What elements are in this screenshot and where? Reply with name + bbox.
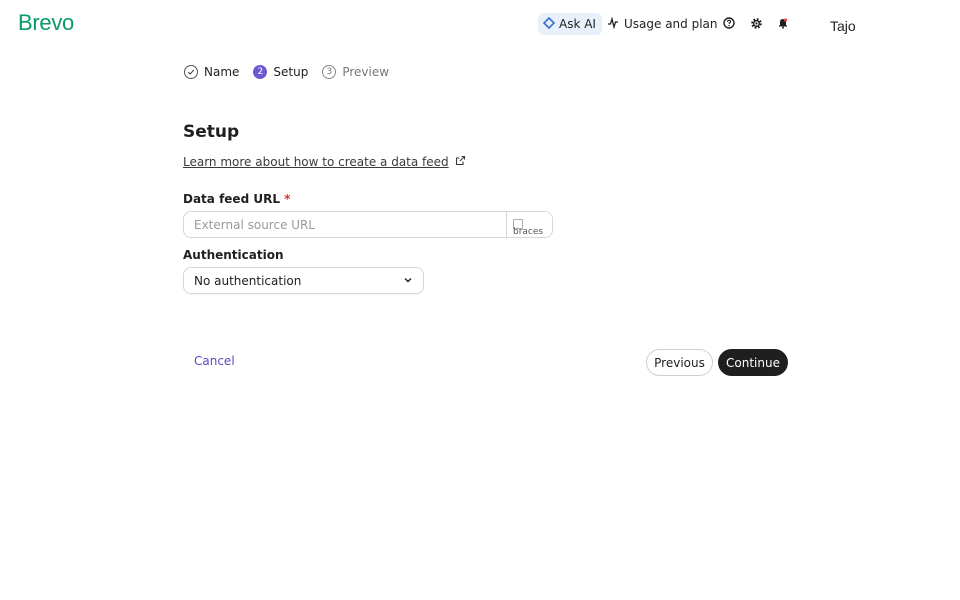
activity-pulse-icon — [607, 16, 619, 32]
ask-ai-button[interactable]: Ask AI — [538, 13, 602, 35]
check-circle-icon — [184, 65, 198, 79]
chevron-down-icon — [403, 274, 413, 288]
step-number: 3 — [322, 65, 337, 79]
settings-gear-icon[interactable] — [749, 16, 763, 30]
data-feed-url-input[interactable] — [184, 212, 506, 237]
step-number: 2 — [253, 65, 268, 79]
step-label: Preview — [342, 65, 390, 79]
authentication-label: Authentication — [183, 248, 284, 262]
sparkle-diamond-icon — [542, 16, 556, 32]
ask-ai-label: Ask AI — [559, 17, 596, 31]
authentication-select[interactable]: No authentication — [183, 267, 424, 294]
step-setup[interactable]: 2 Setup — [253, 65, 308, 79]
step-label: Name — [204, 65, 240, 79]
step-preview[interactable]: 3 Preview — [322, 65, 389, 79]
external-link-icon — [455, 155, 466, 169]
top-bar: Brevo Ask AI Usage and plan Tajo — [0, 0, 960, 48]
url-label-text: Data feed URL — [183, 192, 280, 206]
braces-insert-button[interactable]: braces — [506, 212, 552, 237]
user-menu[interactable]: Tajo — [830, 18, 856, 34]
learn-more-label: Learn more about how to create a data fe… — [183, 155, 449, 169]
brevo-logo[interactable]: Brevo — [18, 10, 74, 36]
page-title: Setup — [183, 122, 240, 142]
previous-button[interactable]: Previous — [646, 349, 713, 376]
data-feed-url-group: braces — [183, 211, 553, 238]
cancel-button[interactable]: Cancel — [194, 354, 235, 368]
authentication-value: No authentication — [194, 273, 302, 288]
required-mark: * — [284, 192, 291, 206]
notification-bell-icon[interactable] — [776, 16, 790, 30]
usage-and-plan-button[interactable]: Usage and plan — [607, 13, 718, 35]
step-label: Setup — [273, 65, 309, 79]
data-feed-url-label: Data feed URL * — [183, 192, 290, 206]
braces-alt-text: braces — [513, 227, 544, 237]
wizard-stepper: Name 2 Setup 3 Preview — [184, 64, 389, 80]
step-name[interactable]: Name — [184, 65, 239, 79]
help-icon[interactable] — [722, 16, 736, 30]
learn-more-link[interactable]: Learn more about how to create a data fe… — [183, 155, 466, 169]
usage-label: Usage and plan — [624, 17, 718, 31]
continue-button[interactable]: Continue — [718, 349, 788, 376]
